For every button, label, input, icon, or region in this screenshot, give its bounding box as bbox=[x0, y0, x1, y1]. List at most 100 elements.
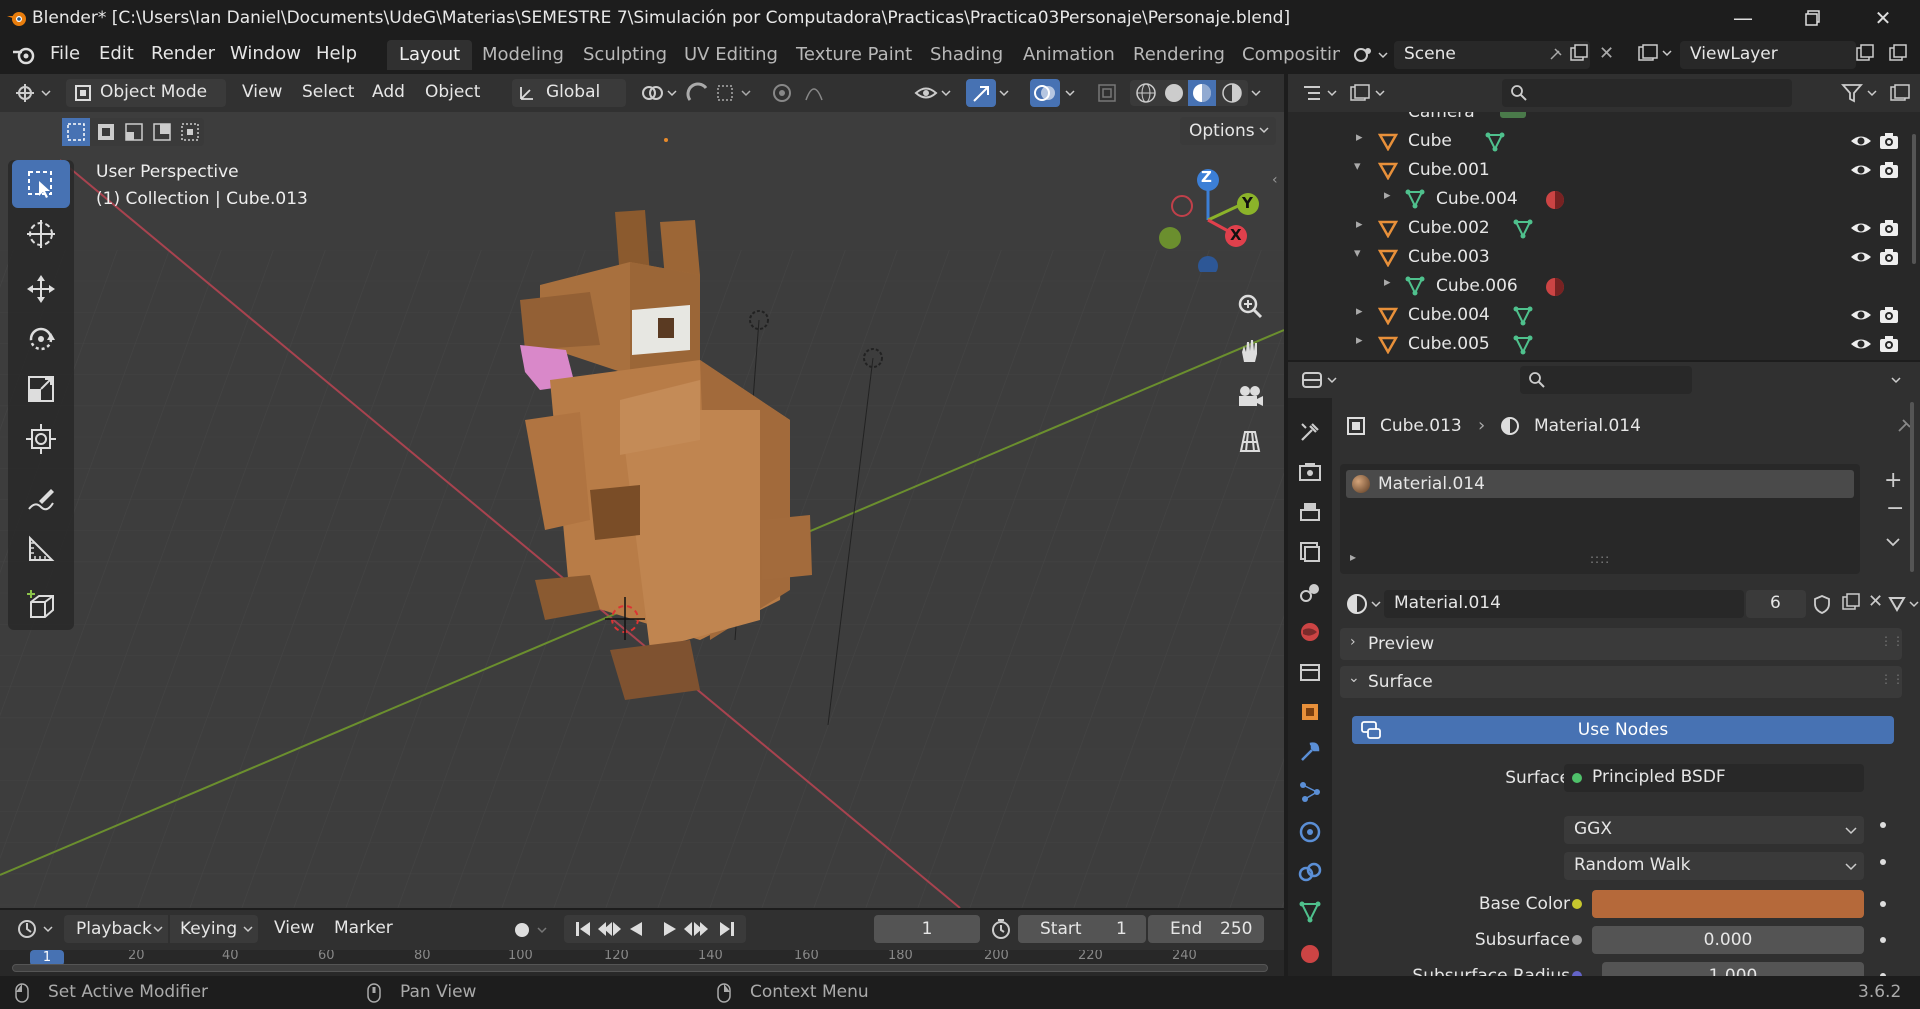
add-slot-button[interactable]: + bbox=[1884, 468, 1902, 493]
transform-tool-icon[interactable] bbox=[12, 415, 70, 463]
outliner-search-input[interactable] bbox=[1502, 79, 1792, 107]
keyframe-dot-icon[interactable] bbox=[1880, 901, 1886, 907]
scale-tool-icon[interactable] bbox=[12, 365, 70, 413]
list-resize-handle-icon[interactable]: :::: bbox=[1590, 552, 1610, 566]
pivot-point-icon[interactable] bbox=[640, 82, 680, 104]
subsurface-method-dropdown[interactable]: Random Walk bbox=[1564, 852, 1864, 880]
material-slot-row[interactable]: Material.014 bbox=[1346, 470, 1854, 498]
drag-handle-icon[interactable]: ⋮⋮ bbox=[1880, 672, 1904, 686]
scene-selector[interactable]: Scene bbox=[1394, 41, 1590, 69]
outliner-editor-icon[interactable] bbox=[1300, 82, 1340, 104]
distribution-dropdown[interactable]: GGX bbox=[1564, 816, 1864, 844]
pin-icon[interactable] bbox=[1546, 46, 1564, 64]
minimize-button[interactable]: — bbox=[1714, 0, 1772, 36]
material-user-count[interactable]: 6 bbox=[1746, 590, 1806, 618]
jump-end-icon[interactable] bbox=[716, 915, 746, 943]
add-cube-tool-icon[interactable] bbox=[12, 582, 70, 630]
tab-uv-editing[interactable]: UV Editing bbox=[672, 40, 790, 70]
expand-arrow-icon[interactable]: ▸ bbox=[1356, 217, 1363, 232]
world-tab-icon[interactable] bbox=[1298, 620, 1322, 644]
blender-menu-icon[interactable] bbox=[12, 44, 36, 66]
camera-view-icon[interactable] bbox=[1228, 374, 1272, 418]
menu-file[interactable]: File bbox=[50, 43, 80, 64]
tab-compositing[interactable]: Compositin bbox=[1230, 40, 1340, 70]
display-mode-icon[interactable] bbox=[1348, 82, 1388, 104]
start-frame-field[interactable]: Start 1 bbox=[1018, 915, 1146, 943]
tab-animation[interactable]: Animation bbox=[1011, 40, 1127, 70]
list-expand-arrow-icon[interactable]: ▸ bbox=[1350, 550, 1356, 564]
move-tool-icon[interactable] bbox=[12, 265, 70, 313]
tab-layout[interactable]: Layout bbox=[387, 40, 473, 70]
outliner-row-cube-005[interactable]: ▸ Cube.005 bbox=[1288, 330, 1920, 359]
keyframe-dot-icon[interactable] bbox=[1880, 859, 1886, 865]
gizmo-dropdown-icon[interactable] bbox=[998, 82, 1012, 104]
collection-tab-icon[interactable] bbox=[1298, 660, 1322, 684]
play-reverse-icon[interactable] bbox=[630, 915, 660, 943]
tab-texture-paint[interactable]: Texture Paint bbox=[784, 40, 924, 70]
navigation-gizmo[interactable]: Z Y X bbox=[1150, 162, 1260, 272]
perspective-grid-icon[interactable] bbox=[1228, 419, 1272, 463]
gizmo-toggle-icon[interactable] bbox=[966, 79, 996, 107]
keyframe-dot-icon[interactable] bbox=[1880, 822, 1886, 828]
filter-icon[interactable] bbox=[1840, 82, 1880, 104]
render-camera-icon[interactable] bbox=[1878, 246, 1900, 268]
collapse-arrow-icon[interactable]: ▾ bbox=[1354, 159, 1361, 174]
output-tab-icon[interactable] bbox=[1298, 500, 1322, 524]
play-icon[interactable] bbox=[660, 915, 690, 943]
rotate-tool-icon[interactable] bbox=[12, 315, 70, 363]
data-tab-icon[interactable] bbox=[1298, 900, 1322, 924]
menu-render[interactable]: Render bbox=[151, 43, 215, 64]
use-nodes-button[interactable]: Use Nodes bbox=[1352, 716, 1894, 744]
tab-rendering[interactable]: Rendering bbox=[1121, 40, 1237, 70]
pan-hand-icon[interactable] bbox=[1228, 329, 1272, 373]
expand-arrow-icon[interactable]: ▸ bbox=[1356, 333, 1363, 348]
surface-shader-selector[interactable]: Principled BSDF bbox=[1564, 764, 1864, 792]
view-layer-icon[interactable] bbox=[1636, 42, 1676, 66]
overlays-toggle-icon[interactable] bbox=[1030, 79, 1060, 107]
visibility-eye-icon[interactable] bbox=[1850, 218, 1872, 238]
viewport-menu-object[interactable]: Object bbox=[425, 82, 480, 102]
outliner-row-cube-006-mesh[interactable]: ▸ Cube.006 bbox=[1288, 272, 1920, 301]
properties-editor-icon[interactable] bbox=[1300, 369, 1340, 391]
keying-menu[interactable]: Keying bbox=[170, 915, 258, 943]
frame-ruler[interactable]: 1 20 40 60 80 100 120 140 160 180 200 22… bbox=[0, 950, 1284, 976]
visibility-eye-icon[interactable] bbox=[1850, 305, 1872, 325]
render-camera-icon[interactable] bbox=[1878, 304, 1900, 326]
playback-menu[interactable]: Playback bbox=[64, 915, 168, 943]
remove-slot-button[interactable]: − bbox=[1886, 496, 1904, 521]
view-layer-tab-icon[interactable] bbox=[1298, 540, 1322, 564]
keyframe-dot-icon[interactable] bbox=[1880, 937, 1886, 943]
annotate-tool-icon[interactable] bbox=[12, 475, 70, 523]
slot-specials-icon[interactable] bbox=[1884, 532, 1902, 552]
fake-user-shield-icon[interactable] bbox=[1812, 594, 1832, 614]
outliner-row-camera[interactable]: Camera bbox=[1288, 112, 1920, 127]
visibility-eye-icon[interactable] bbox=[1850, 131, 1872, 151]
properties-scrollbar[interactable] bbox=[1910, 402, 1914, 572]
render-camera-icon[interactable] bbox=[1878, 217, 1900, 239]
editor-type-icon[interactable] bbox=[14, 82, 54, 104]
render-camera-icon[interactable] bbox=[1878, 130, 1900, 152]
timeline-menu-view[interactable]: View bbox=[274, 918, 314, 938]
render-camera-icon[interactable] bbox=[1878, 159, 1900, 181]
outliner-scrollbar[interactable] bbox=[1912, 134, 1916, 264]
outliner-row-cube-004[interactable]: ▸ Cube.004 bbox=[1288, 301, 1920, 330]
unlink-material-icon[interactable]: ✕ bbox=[1868, 591, 1883, 612]
stopwatch-icon[interactable] bbox=[990, 918, 1012, 940]
visibility-filter-icon[interactable] bbox=[914, 82, 954, 104]
preview-panel-header[interactable]: › Preview ⋮⋮ bbox=[1340, 628, 1904, 660]
view-layer-selector[interactable]: ViewLayer bbox=[1680, 41, 1856, 69]
surface-panel-header[interactable]: ⌄ Surface ⋮⋮ bbox=[1340, 666, 1904, 698]
collapse-arrow-icon[interactable]: ▾ bbox=[1354, 246, 1361, 261]
select-box-tool-icon[interactable] bbox=[12, 160, 70, 208]
scene-icon[interactable] bbox=[1352, 44, 1388, 66]
object-mode-dropdown[interactable]: Object Mode bbox=[66, 79, 226, 107]
current-frame-field[interactable]: 1 bbox=[874, 915, 980, 943]
tab-modeling[interactable]: Modeling bbox=[470, 40, 576, 70]
material-name-field[interactable]: Material.014 bbox=[1384, 590, 1744, 618]
outliner-row-cube-001[interactable]: ▾ Cube.001 bbox=[1288, 156, 1920, 185]
material-browse-icon[interactable] bbox=[1346, 592, 1386, 616]
record-keyframe-icon[interactable] bbox=[508, 920, 552, 940]
tool-tab-icon[interactable] bbox=[1298, 420, 1322, 444]
transform-orientation-dropdown[interactable]: Global bbox=[512, 79, 626, 107]
material-tab-icon[interactable] bbox=[1298, 942, 1322, 966]
